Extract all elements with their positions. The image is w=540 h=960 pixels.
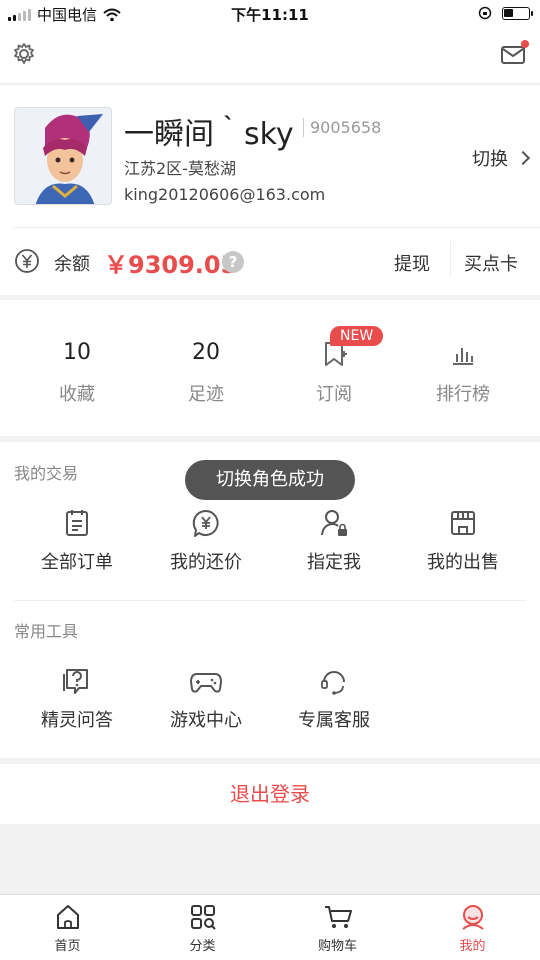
tab-cart-label: 购物车: [317, 939, 357, 954]
designated-icon: [321, 510, 347, 536]
yen-icon: [15, 249, 39, 273]
switch-account-button[interactable]: 切换: [472, 145, 531, 171]
divider: [14, 227, 540, 228]
new-badge: NEW: [330, 326, 384, 346]
stat-favorites[interactable]: 10 收藏: [12, 340, 142, 406]
all-orders-label: 全部订单: [41, 552, 113, 573]
favorites-count: 10: [63, 340, 91, 365]
help-icon[interactable]: ?: [222, 251, 244, 273]
stat-ranking[interactable]: 排行榜: [398, 340, 528, 406]
top-bar: [0, 30, 540, 84]
orders-icon: [66, 510, 88, 536]
designated-label: 指定我: [307, 552, 361, 573]
cart-icon: [324, 906, 352, 928]
avatar[interactable]: [14, 107, 112, 205]
tab-category[interactable]: 分类: [135, 903, 270, 954]
profile-card: 一瞬间｀sky 9005658 江苏2区-莫愁湖 king20120606@16…: [0, 85, 540, 295]
faq-icon: [63, 669, 88, 694]
user-id: 9005658: [303, 118, 381, 137]
home-icon: [56, 905, 79, 929]
subscribe-label: 订阅: [316, 384, 352, 405]
server-name: 江苏2区-莫愁湖: [124, 159, 236, 178]
bar-chart-icon: [453, 348, 473, 365]
game-center-label: 游戏中心: [170, 710, 242, 731]
divider: [450, 241, 451, 277]
buy-card-button[interactable]: 买点卡: [464, 250, 518, 276]
status-time: 下午11:11: [231, 6, 309, 24]
gear-icon[interactable]: [12, 42, 36, 66]
rotation-lock-icon: [478, 6, 492, 20]
counter-offer-icon: [192, 509, 219, 537]
status-bar: 中国电信 下午11:11: [0, 0, 540, 30]
battery-icon: [502, 6, 533, 20]
balance-value: ￥9309.05: [104, 251, 238, 279]
category-icon: [190, 905, 216, 930]
tab-home[interactable]: 首页: [0, 903, 135, 954]
user-email: king20120606@163.com: [124, 185, 326, 204]
headset-icon: [321, 671, 345, 695]
tab-home-label: 首页: [54, 939, 81, 954]
toast-message: 切换角色成功: [185, 460, 355, 500]
history-label: 足迹: [188, 384, 224, 405]
game-center-button[interactable]: 游戏中心: [141, 666, 271, 732]
notification-dot: [521, 40, 529, 48]
tools-title: 常用工具: [14, 622, 79, 641]
tab-category-label: 分类: [189, 939, 216, 954]
status-right: [478, 6, 533, 20]
tab-cart[interactable]: 购物车: [270, 903, 405, 954]
faq-button[interactable]: 精灵问答: [12, 666, 142, 732]
stat-history[interactable]: 20 足迹: [141, 340, 271, 406]
avatar-image: [15, 108, 111, 204]
user-name: 一瞬间｀sky: [124, 117, 294, 152]
customer-service-button[interactable]: 专属客服: [269, 666, 399, 732]
faq-label: 精灵问答: [41, 710, 113, 731]
customer-service-label: 专属客服: [298, 710, 370, 731]
tab-profile-label: 我的: [459, 939, 486, 954]
balance-label: 余额: [54, 254, 90, 275]
history-count: 20: [192, 340, 220, 365]
stat-subscribe[interactable]: 订阅: [269, 340, 399, 406]
logout-button[interactable]: 退出登录: [0, 764, 540, 824]
my-sales-label: 我的出售: [427, 552, 499, 573]
shop-icon: [451, 511, 475, 535]
tab-profile[interactable]: 我的: [405, 903, 540, 954]
counter-offer-label: 我的还价: [170, 552, 242, 573]
chevron-right-icon: [515, 150, 531, 166]
favorites-label: 收藏: [59, 384, 95, 405]
profile-icon: [461, 905, 484, 930]
counter-offer-button[interactable]: 我的还价: [141, 508, 271, 574]
ranking-label: 排行榜: [436, 384, 490, 405]
gamepad-icon: [190, 673, 222, 693]
trade-title: 我的交易: [14, 464, 79, 483]
divider: [14, 600, 526, 601]
designated-button[interactable]: 指定我: [269, 508, 399, 574]
switch-label: 切换: [472, 149, 508, 170]
all-orders-button[interactable]: 全部订单: [12, 508, 142, 574]
tab-bar: 首页 分类 购物车 我的: [0, 894, 540, 960]
withdraw-button[interactable]: 提现: [394, 250, 430, 276]
stats-row: 10 收藏 20 足迹 订阅 排行榜 NEW: [0, 300, 540, 436]
my-sales-button[interactable]: 我的出售: [398, 508, 528, 574]
